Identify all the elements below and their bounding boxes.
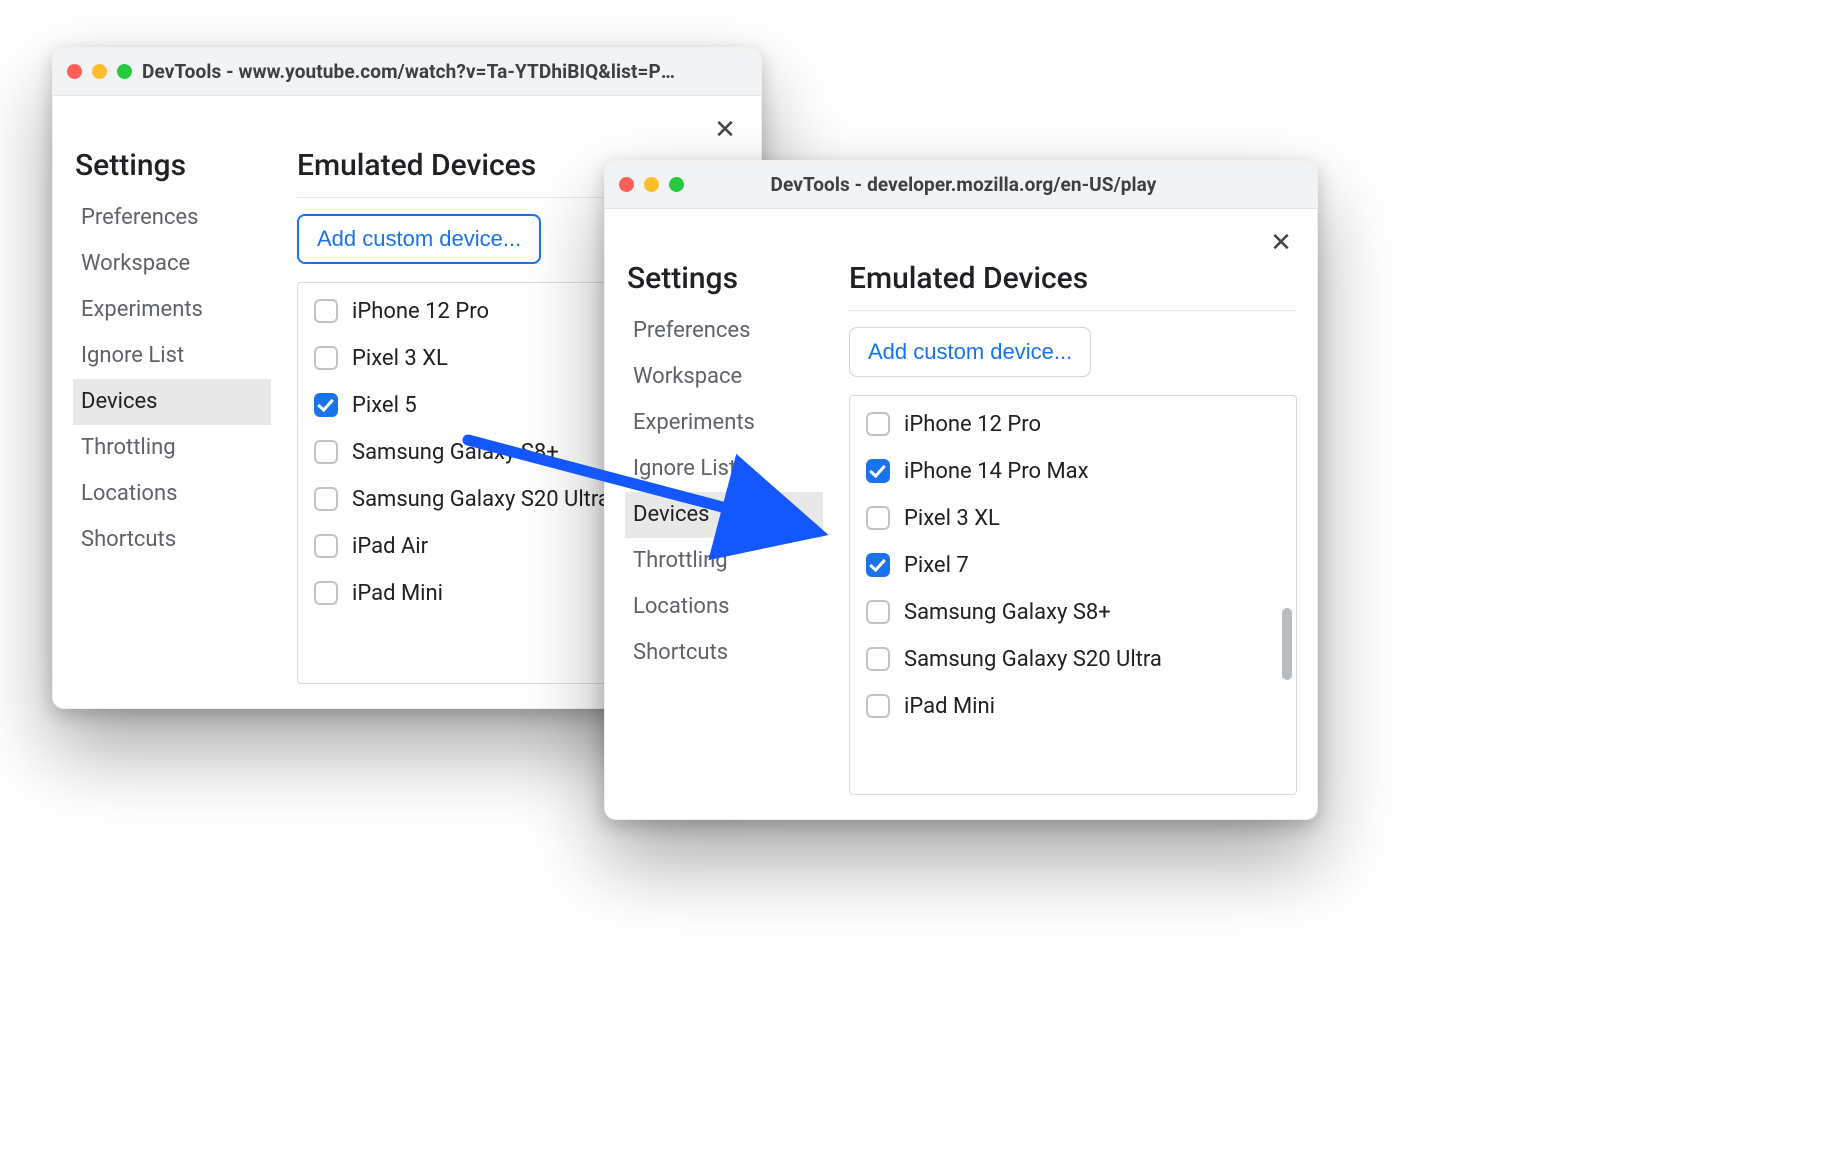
close-window-icon[interactable] <box>619 177 634 192</box>
device-list-b: iPhone 12 Pro iPhone 14 Pro Max Pixel 3 XL… <box>849 395 1297 795</box>
titlebar-a: DevTools - www.youtube.com/watch?v=Ta-YT… <box>53 48 761 96</box>
device-row[interactable]: Samsung Galaxy S8+ <box>866 600 1280 625</box>
sidebar-item-throttling[interactable]: Throttling <box>73 425 271 471</box>
close-icon[interactable]: ✕ <box>709 114 741 146</box>
device-checkbox[interactable] <box>314 581 338 605</box>
sidebar-item-label: Devices <box>633 502 710 527</box>
sidebar-item-label: Ignore List <box>81 343 184 368</box>
sidebar-item-label: Ignore List <box>633 456 736 481</box>
close-window-icon[interactable] <box>67 64 82 79</box>
window-title-a: DevTools - www.youtube.com/watch?v=Ta-YT… <box>142 60 677 83</box>
device-row[interactable]: iPhone 14 Pro Max <box>866 459 1280 484</box>
sidebar-item-label: Locations <box>633 594 729 619</box>
add-custom-device-button[interactable]: Add custom device... <box>849 327 1091 377</box>
sidebar-item-preferences[interactable]: Preferences <box>625 308 823 354</box>
sidebar-item-ignore-list[interactable]: Ignore List <box>625 446 823 492</box>
sidebar-item-workspace[interactable]: Workspace <box>625 354 823 400</box>
add-custom-device-button[interactable]: Add custom device... <box>297 214 541 264</box>
sidebar-item-label: Preferences <box>81 205 198 230</box>
device-checkbox[interactable] <box>866 506 890 530</box>
sidebar-item-workspace[interactable]: Workspace <box>73 241 271 287</box>
device-label: Samsung Galaxy S20 Ultra <box>904 647 1162 672</box>
titlebar-b: DevTools - developer.mozilla.org/en-US/p… <box>605 161 1317 209</box>
minimize-window-icon[interactable] <box>92 64 107 79</box>
zoom-window-icon[interactable] <box>669 177 684 192</box>
sidebar-item-experiments[interactable]: Experiments <box>625 400 823 446</box>
device-row[interactable]: Pixel 3 XL <box>866 506 1280 531</box>
device-checkbox[interactable] <box>314 346 338 370</box>
sidebar-item-label: Throttling <box>633 548 728 573</box>
close-icon[interactable]: ✕ <box>1265 227 1297 259</box>
sidebar-item-label: Workspace <box>633 364 742 389</box>
sidebar-item-label: Shortcuts <box>81 527 176 552</box>
sidebar-item-ignore-list[interactable]: Ignore List <box>73 333 271 379</box>
scrollbar-thumb[interactable] <box>1282 608 1292 680</box>
emulated-devices-heading: Emulated Devices <box>849 261 1297 296</box>
scrollbar[interactable] <box>1282 408 1292 782</box>
device-checkbox[interactable] <box>866 694 890 718</box>
devtools-window-b: DevTools - developer.mozilla.org/en-US/p… <box>604 160 1318 820</box>
zoom-window-icon[interactable] <box>117 64 132 79</box>
settings-sidebar-a: Settings Preferences Workspace Experiments… <box>73 148 271 684</box>
sidebar-item-devices[interactable]: Devices <box>73 379 271 425</box>
device-label: Pixel 3 XL <box>904 506 1000 531</box>
device-label: Pixel 5 <box>352 393 417 418</box>
sidebar-item-shortcuts[interactable]: Shortcuts <box>73 517 271 563</box>
device-label: Pixel 7 <box>904 553 969 578</box>
sidebar-item-label: Throttling <box>81 435 176 460</box>
sidebar-item-label: Locations <box>81 481 177 506</box>
device-checkbox[interactable] <box>866 412 890 436</box>
device-checkbox[interactable] <box>866 459 890 483</box>
device-checkbox[interactable] <box>866 553 890 577</box>
window-title-b: DevTools - developer.mozilla.org/en-US/p… <box>694 173 1233 196</box>
device-checkbox[interactable] <box>866 600 890 624</box>
device-label: iPad Mini <box>904 694 995 719</box>
device-label: Pixel 3 XL <box>352 346 448 371</box>
device-label: iPad Air <box>352 534 428 559</box>
device-label: Samsung Galaxy S8+ <box>352 440 559 465</box>
sidebar-item-preferences[interactable]: Preferences <box>73 195 271 241</box>
traffic-lights <box>67 64 132 79</box>
device-checkbox[interactable] <box>314 393 338 417</box>
device-row[interactable]: Samsung Galaxy S20 Ultra <box>866 647 1280 672</box>
device-checkbox[interactable] <box>866 647 890 671</box>
device-label: iPhone 14 Pro Max <box>904 459 1089 484</box>
sidebar-item-shortcuts[interactable]: Shortcuts <box>625 630 823 676</box>
sidebar-item-label: Experiments <box>81 297 203 322</box>
sidebar-item-locations[interactable]: Locations <box>73 471 271 517</box>
settings-heading: Settings <box>627 261 823 296</box>
minimize-window-icon[interactable] <box>644 177 659 192</box>
device-checkbox[interactable] <box>314 299 338 323</box>
device-row[interactable]: iPhone 12 Pro <box>866 412 1280 437</box>
device-label: iPhone 12 Pro <box>904 412 1041 437</box>
traffic-lights <box>619 177 684 192</box>
sidebar-item-label: Experiments <box>633 410 755 435</box>
device-row[interactable]: iPad Mini <box>866 694 1280 719</box>
sidebar-item-label: Workspace <box>81 251 190 276</box>
device-label: Samsung Galaxy S20 Ultra <box>352 487 610 512</box>
sidebar-item-label: Preferences <box>633 318 750 343</box>
sidebar-item-label: Devices <box>81 389 158 414</box>
device-label: iPad Mini <box>352 581 443 606</box>
settings-sidebar-b: Settings Preferences Workspace Experiments… <box>625 261 823 795</box>
device-checkbox[interactable] <box>314 487 338 511</box>
divider <box>849 310 1297 311</box>
sidebar-item-experiments[interactable]: Experiments <box>73 287 271 333</box>
settings-main-b: Emulated Devices Add custom device... iP… <box>849 261 1297 795</box>
sidebar-item-label: Shortcuts <box>633 640 728 665</box>
device-row[interactable]: Pixel 7 <box>866 553 1280 578</box>
device-label: iPhone 12 Pro <box>352 299 489 324</box>
settings-heading: Settings <box>75 148 271 183</box>
sidebar-item-locations[interactable]: Locations <box>625 584 823 630</box>
sidebar-item-throttling[interactable]: Throttling <box>625 538 823 584</box>
device-label: Samsung Galaxy S8+ <box>904 600 1111 625</box>
device-checkbox[interactable] <box>314 534 338 558</box>
device-checkbox[interactable] <box>314 440 338 464</box>
sidebar-item-devices[interactable]: Devices <box>625 492 823 538</box>
